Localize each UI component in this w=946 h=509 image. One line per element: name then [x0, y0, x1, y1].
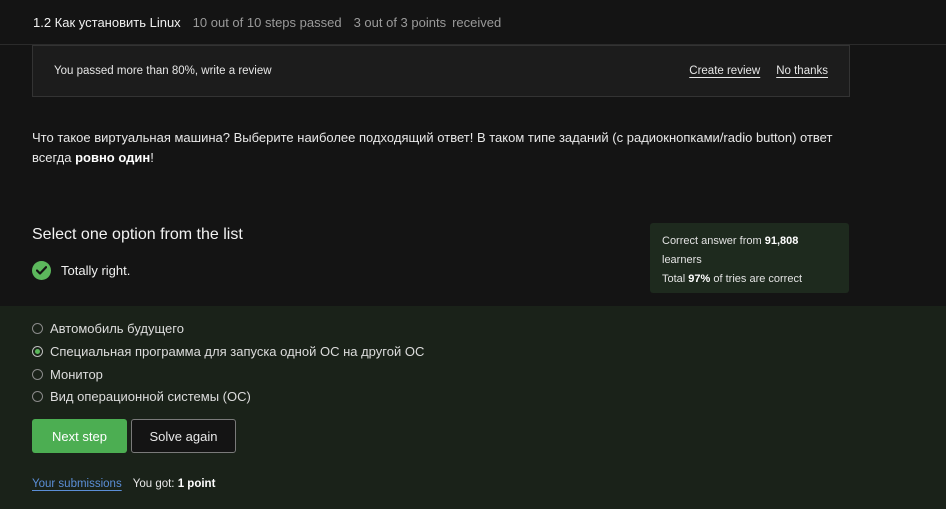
review-message: You passed more than 80%, write a review: [54, 65, 272, 77]
stats-learners: Correct answer from 91,808: [662, 232, 837, 251]
stats-percent: Total 97% of tries are correct: [662, 270, 837, 289]
option-3[interactable]: Вид операционной системы (ОС): [32, 389, 251, 404]
question-text: Что такое виртуальная машина? Выберите н…: [32, 128, 872, 168]
stats-percent-prefix: Total: [662, 273, 689, 285]
answers-panel: Автомобиль будущего Специальная программ…: [0, 306, 946, 509]
option-label: Монитор: [50, 367, 103, 382]
result-text: Totally right.: [61, 263, 131, 278]
points-suffix: received: [452, 14, 502, 30]
option-label: Специальная программа для запуска одной …: [50, 344, 425, 359]
no-thanks-link[interactable]: No thanks: [776, 65, 828, 77]
steps-progress: 10 out of 10 steps passed: [192, 14, 342, 30]
review-actions: Create review No thanks: [689, 65, 828, 77]
option-2[interactable]: Монитор: [32, 367, 103, 382]
result-status: Totally right.: [32, 261, 130, 280]
question-text-bold: ровно один: [75, 150, 151, 165]
score-value: 1 point: [177, 478, 216, 490]
points-progress: 3 out of 3 points: [353, 14, 447, 30]
option-label: Автомобиль будущего: [50, 321, 184, 336]
radio-unselected-icon[interactable]: [32, 391, 43, 402]
checkmark-icon: [32, 261, 51, 280]
score-text: You got: 1 point: [133, 478, 216, 490]
stats-learners-prefix: Correct answer from: [662, 235, 765, 247]
next-step-button[interactable]: Next step: [32, 419, 127, 453]
answer-stats: Correct answer from 91,808 learners Tota…: [650, 223, 849, 293]
question-text-end: !: [150, 150, 154, 165]
solve-again-button[interactable]: Solve again: [131, 419, 236, 453]
radio-selected-icon[interactable]: [32, 346, 43, 357]
radio-unselected-icon[interactable]: [32, 323, 43, 334]
submissions-row: Your submissions You got: 1 point: [32, 478, 215, 490]
create-review-link[interactable]: Create review: [689, 65, 760, 77]
quiz-title: Select one option from the list: [32, 226, 243, 243]
stats-percent-suffix: of tries are correct: [710, 273, 803, 285]
correct-percent: 97%: [688, 273, 711, 285]
your-submissions-link[interactable]: Your submissions: [32, 478, 122, 490]
learners-count: 91,808: [764, 235, 799, 247]
stats-learners-suffix: learners: [662, 254, 702, 266]
option-1[interactable]: Специальная программа для запуска одной …: [32, 344, 424, 359]
option-0[interactable]: Автомобиль будущего: [32, 321, 184, 336]
score-label: You got:: [132, 478, 178, 490]
lesson-title[interactable]: 1.2 Как установить Linux: [33, 15, 181, 30]
lesson-header: 1.2 Как установить Linux 10 out of 10 st…: [0, 0, 946, 45]
review-banner: You passed more than 80%, write a review…: [32, 45, 850, 97]
option-label: Вид операционной системы (ОС): [50, 389, 251, 404]
radio-unselected-icon[interactable]: [32, 369, 43, 380]
